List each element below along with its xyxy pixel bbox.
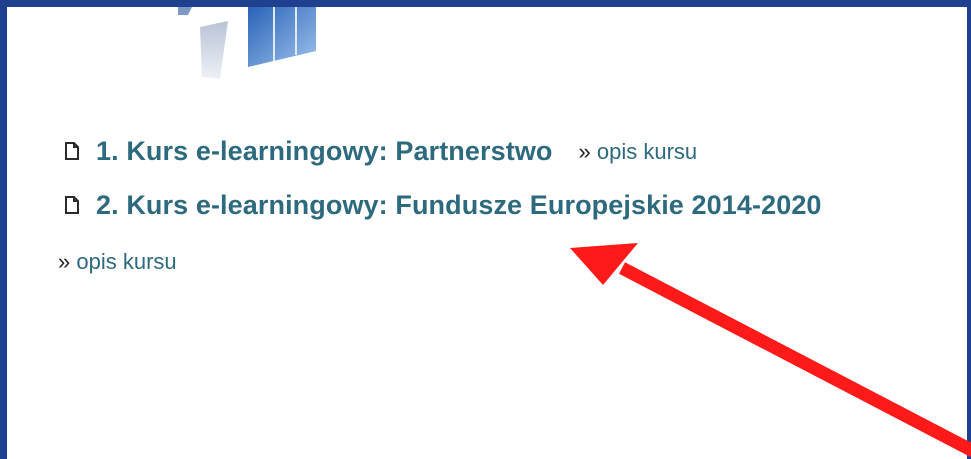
course-link-fundusze-europejskie[interactable]: 2. Kurs e-learningowy: Fundusze Europejs… — [96, 190, 822, 221]
course-description-label: opis kursu — [76, 249, 177, 274]
document-icon — [65, 141, 79, 160]
raquo-glyph: » — [578, 138, 591, 164]
course-description-label: opis kursu — [596, 138, 698, 164]
course-description-link-1[interactable]: » opis kursu — [579, 139, 698, 165]
course-item-1: 1. Kurs e-learningowy: Partnerstwo » opi… — [62, 136, 697, 167]
document-icon — [65, 195, 79, 214]
site-logo — [178, 7, 316, 79]
course-description-link-2[interactable]: » opis kursu — [58, 249, 177, 275]
page-frame — [0, 0, 971, 459]
raquo-glyph: » — [58, 249, 71, 274]
course-link-partnerstwo[interactable]: 1. Kurs e-learningowy: Partnerstwo — [96, 136, 553, 167]
course-item-2: 2. Kurs e-learningowy: Fundusze Europejs… — [62, 190, 822, 221]
